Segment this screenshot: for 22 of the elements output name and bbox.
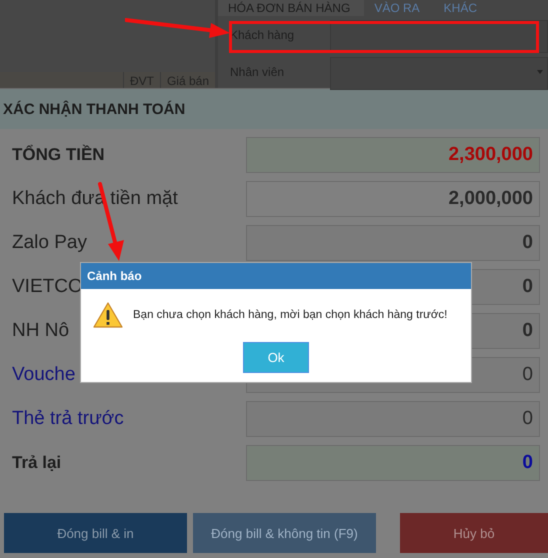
payment-label: Vouche — [12, 364, 76, 386]
payment-label: NH Nô — [12, 320, 70, 342]
payment-label: Zalo Pay — [12, 232, 88, 254]
payment-label: Thẻ trả trước — [12, 408, 125, 430]
alert-message: Bạn chưa chọn khách hàng, mời bạn chọn khách hàng trước! — [133, 309, 448, 321]
amount-field[interactable]: 0 — [246, 225, 540, 261]
ok-button[interactable]: Ok — [243, 342, 309, 373]
payment-label: Trả lại — [12, 453, 62, 473]
amount-field[interactable]: 0 — [246, 401, 540, 437]
warning-icon — [93, 302, 123, 328]
tab[interactable]: VÀO RA — [364, 2, 434, 16]
dialog-title: XÁC NHẬN THANH TOÁN — [3, 100, 186, 118]
action-button[interactable]: Đóng bill & in — [4, 513, 187, 553]
payment-label: VIETCO — [12, 276, 84, 298]
tab[interactable]: KHÁC — [434, 2, 492, 16]
input-field[interactable] — [330, 57, 548, 90]
payment-label: TỔNG TIỀN — [12, 145, 106, 165]
amount-field[interactable]: 2,000,000 — [246, 181, 540, 217]
alert-title: Cảnh báo — [87, 269, 142, 283]
action-button[interactable]: Hủy bỏ — [400, 513, 548, 553]
amount-field[interactable]: 2,300,000 — [246, 137, 540, 173]
amount-field[interactable]: 0 — [246, 445, 540, 481]
